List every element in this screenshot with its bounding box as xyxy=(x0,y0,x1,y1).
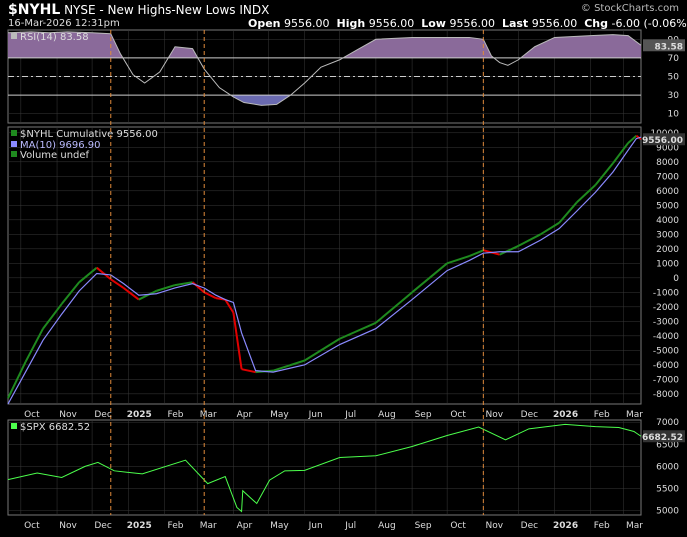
nyhl-cumulative-segment xyxy=(110,278,125,289)
nyhl-cumulative-segment xyxy=(156,284,176,292)
nyhl-cumulative-segment xyxy=(517,233,542,247)
rsi-y-tick-label: 50 xyxy=(668,73,680,83)
nyhl-legend: $NYHL Cumulative 9556.00 xyxy=(20,129,158,140)
main-y-tick-label: 8000 xyxy=(656,158,679,168)
spx-y-tick-label: 5500 xyxy=(656,484,679,494)
spx-x-tick-label: Oct xyxy=(24,521,40,531)
spx-x-tick-label: Jun xyxy=(308,521,323,531)
nyhl-cumulative-segment xyxy=(78,266,98,283)
nyhl-cumulative-segment xyxy=(499,245,519,256)
main-y-tick-label: 2000 xyxy=(656,245,679,255)
spx-x-tick-label: 2025 xyxy=(127,521,152,531)
spx-legend-swatch xyxy=(11,423,17,429)
main-panel-frame xyxy=(7,126,642,405)
main-y-tick-label: 0 xyxy=(673,274,679,284)
spx-x-tick-label: Feb xyxy=(168,521,184,531)
rsi-legend: RSI(14) 83.58 xyxy=(20,32,89,43)
main-x-tick-label: 2025 xyxy=(127,410,152,420)
rsi-legend-swatch xyxy=(11,33,17,39)
spx-x-tick-label: 2026 xyxy=(553,521,578,531)
spx-panel-frame xyxy=(7,419,642,516)
main-x-tick-label: Apr xyxy=(237,410,253,420)
nyhl-cumulative-segment xyxy=(576,184,597,204)
nyhl-cumulative-segment xyxy=(42,303,63,330)
rsi-overbought-fill xyxy=(8,31,641,58)
nyhl-cumulative-segment xyxy=(375,291,413,324)
spx-x-tick-label: Feb xyxy=(594,521,610,531)
rsi-y-tick-label: 70 xyxy=(668,54,680,64)
spx-x-tick-label: May xyxy=(270,521,289,531)
spx-x-tick-label: Mar xyxy=(200,521,217,531)
main-x-tick-label: Nov xyxy=(59,410,77,420)
main-y-tick-label: 7000 xyxy=(656,172,679,182)
main-x-tick-label: Oct xyxy=(450,410,466,420)
main-x-tick-label: Mar xyxy=(626,410,643,420)
nyhl-cumulative-segment xyxy=(304,337,341,362)
nyhl-last-badge: 9556.00 xyxy=(642,136,683,146)
main-x-tick-label: Mar xyxy=(200,410,217,420)
main-x-tick-label: Jul xyxy=(344,410,356,420)
main-x-tick-label: Aug xyxy=(378,410,396,420)
rsi-last-badge: 83.58 xyxy=(655,42,683,52)
rsi-y-tick-label: 10 xyxy=(668,110,680,120)
main-y-tick-label: 4000 xyxy=(656,216,679,226)
spx-x-tick-label: Jul xyxy=(344,521,356,531)
main-y-tick-label: -4000 xyxy=(653,332,679,342)
main-x-tick-label: Feb xyxy=(168,410,184,420)
spx-x-tick-label: Apr xyxy=(237,521,253,531)
ma-legend-swatch xyxy=(11,141,17,147)
ma10-line xyxy=(7,136,642,405)
chart-canvas: 1030507090-8000-7000-6000-5000-4000-3000… xyxy=(7,29,685,531)
spx-x-tick-label: Dec xyxy=(521,521,538,531)
main-x-tick-label: Nov xyxy=(486,410,504,420)
volume-legend-swatch xyxy=(11,151,17,157)
spx-x-tick-label: Nov xyxy=(486,521,504,531)
spx-line xyxy=(7,423,642,513)
nyhl-cumulative-segment xyxy=(540,221,560,236)
volume-legend: Volume undef xyxy=(20,150,90,161)
spx-x-tick-label: Dec xyxy=(94,521,111,531)
rsi-y-tick-label: 30 xyxy=(668,91,680,101)
main-x-tick-label: 2026 xyxy=(553,410,578,420)
main-x-tick-label: Dec xyxy=(94,410,111,420)
spx-x-tick-label: Sep xyxy=(415,521,432,531)
main-y-tick-label: 1000 xyxy=(656,259,679,269)
main-y-tick-label: 3000 xyxy=(656,230,679,240)
main-y-tick-label: -1000 xyxy=(653,288,679,298)
main-y-tick-label: -2000 xyxy=(653,303,679,313)
main-y-tick-label: -3000 xyxy=(653,317,679,327)
nyhl-cumulative-segment xyxy=(241,368,256,374)
spx-x-tick-label: Nov xyxy=(59,521,77,531)
nyhl-cumulative-segment xyxy=(60,281,81,305)
main-x-tick-label: May xyxy=(270,410,289,420)
nyhl-cumulative-segment xyxy=(7,361,27,399)
spx-x-tick-label: Mar xyxy=(626,521,643,531)
nyhl-cumulative-segment xyxy=(468,249,484,257)
main-y-tick-label: -7000 xyxy=(653,375,679,385)
spx-last-badge: 6682.52 xyxy=(642,433,683,443)
main-y-tick-label: -8000 xyxy=(653,390,679,400)
main-y-tick-label: -6000 xyxy=(653,361,679,371)
spx-legend: $SPX 6682.52 xyxy=(20,422,90,433)
main-x-tick-label: Jun xyxy=(308,410,323,420)
spx-y-tick-label: 5000 xyxy=(656,507,679,517)
main-x-tick-label: Dec xyxy=(521,410,538,420)
main-x-tick-label: Oct xyxy=(24,410,40,420)
main-x-tick-label: Feb xyxy=(594,410,610,420)
main-y-tick-label: 6000 xyxy=(656,187,679,197)
main-x-tick-label: Sep xyxy=(415,410,432,420)
main-y-tick-label: 5000 xyxy=(656,201,679,211)
main-y-tick-label: -5000 xyxy=(653,346,679,356)
spx-x-tick-label: Aug xyxy=(378,521,396,531)
nyhl-legend-swatch xyxy=(11,130,17,136)
nyhl-cumulative-segment xyxy=(203,291,217,300)
spx-y-tick-label: 6000 xyxy=(656,462,679,472)
spx-y-tick-label: 7000 xyxy=(656,418,679,428)
spx-x-tick-label: Oct xyxy=(450,521,466,531)
